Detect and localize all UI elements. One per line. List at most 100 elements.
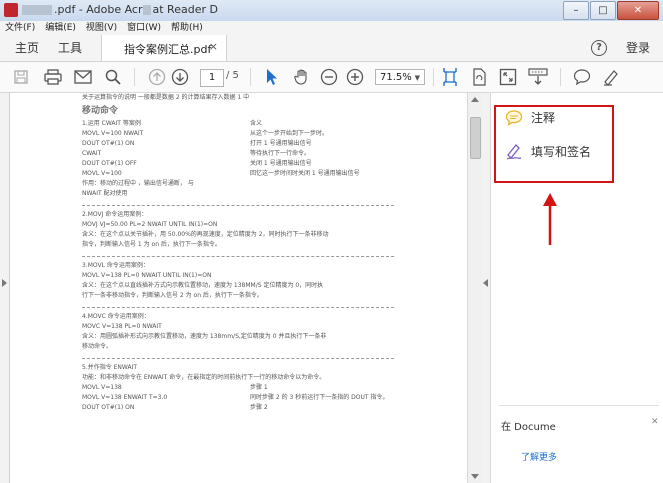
draw-pen-icon[interactable]	[600, 66, 622, 88]
doc-divider	[82, 204, 394, 206]
rotate-page-icon[interactable]	[468, 66, 490, 88]
window-controls: – □ ✕	[562, 1, 659, 20]
doc-row: DOUT OT#(1) OFF 关闭 1 号通用输出信号	[82, 160, 312, 167]
scroll-mode-icon[interactable]	[527, 66, 549, 88]
zoom-level-select[interactable]: 71.5% ▼	[375, 69, 425, 85]
doc-desc: 行下一条非移动指令，判断输入信号 2 为 on 后，执行下一条指令。	[82, 292, 263, 299]
nav-home[interactable]: 主页	[15, 35, 39, 61]
tool-fill-sign[interactable]: 填写和签名	[505, 142, 591, 160]
doc-desc: 含义：用圆弧插补形式向示教位置移动，速度为 138mm/S,定位精度为 0 并且…	[82, 333, 327, 340]
doc-desc: 含义：在这个点以直线插补方式向示教位置移动，速度为 138MM/S 定位精度为 …	[82, 282, 324, 289]
expand-left-icon	[2, 279, 7, 287]
comment-icon[interactable]	[571, 66, 593, 88]
doc-divider	[82, 255, 394, 257]
red-arrow-annotation	[543, 193, 557, 245]
doc-desc: 指令，判断输入信号 1 为 on 后，执行下一条指令。	[82, 241, 221, 248]
doc-divider	[82, 357, 394, 359]
hand-tool-icon[interactable]	[291, 66, 313, 88]
toolbar-divider	[134, 68, 135, 86]
window-title: .pdf - Adobe Acr at Reader D	[22, 3, 218, 16]
pdf-page[interactable]: 关于运算指令的说明 一般都是数据 2 的计算结果存入数据 1 中 移动命令 1.…	[10, 93, 467, 483]
tools-pane: 注释 填写和签名 在 Docume ✕ 了解更多	[490, 93, 663, 483]
redacted-filename	[22, 5, 52, 15]
tab-bar: 主页 工具 指令案例汇总.pdf × ? 登录	[0, 35, 663, 62]
zoom-out-icon[interactable]	[318, 66, 340, 88]
right-panel-toggle[interactable]	[482, 93, 490, 483]
scrollbar-thumb[interactable]	[470, 117, 481, 159]
help-icon[interactable]: ?	[591, 40, 607, 56]
doc-section-title: 4.MOVC 命令运用案例：	[82, 313, 150, 320]
nav-tools[interactable]: 工具	[58, 35, 82, 61]
document-content: 关于运算指令的说明 一般都是数据 2 的计算结果存入数据 1 中 移动命令 1.…	[82, 93, 412, 413]
doc-row: MOVL V=138 ENWAIT T=3.0 同时步骤 2 的 3 秒前运行下一…	[82, 394, 389, 401]
doc-row: DOUT OT#(1) ON 打开 1 号通用输出信号	[82, 140, 312, 147]
close-window-button[interactable]: ✕	[617, 1, 659, 20]
print-icon[interactable]	[42, 66, 64, 88]
doc-command: MOVC V=138 PL=0 NWAIT	[82, 323, 162, 330]
menu-bar: 文件(F) 编辑(E) 视图(V) 窗口(W) 帮助(H)	[0, 21, 663, 35]
doc-row: DOUT OT#(1) ON 步骤 2	[82, 404, 268, 411]
promo-divider	[499, 405, 659, 406]
toolbar-divider	[560, 68, 561, 86]
save-icon[interactable]	[10, 66, 32, 88]
full-screen-icon[interactable]	[497, 66, 519, 88]
doc-command: MOVL V=138 PL=0 NWAIT UNTIL IN(1)=ON	[82, 272, 212, 279]
doc-row: CWAIT 等待执行下一行命令。	[82, 150, 311, 157]
chevron-down-icon: ▼	[414, 74, 420, 82]
next-page-icon[interactable]	[169, 66, 191, 88]
sign-icon	[506, 144, 522, 160]
doc-desc: 含义：在这个点以关节插补，用 50.00%的再现速度，定位精度为 2，同时执行下…	[82, 231, 329, 238]
scroll-up-icon[interactable]	[471, 97, 479, 102]
toolbar-divider	[433, 68, 434, 86]
menu-edit[interactable]: 编辑(E)	[40, 21, 81, 35]
doc-row: MOVL V=138 步骤 1	[82, 384, 268, 391]
doc-section-title: 2.MOVJ 命令运用案例：	[82, 211, 148, 218]
close-tab-icon[interactable]: ×	[209, 40, 218, 53]
menu-window[interactable]: 窗口(W)	[122, 21, 166, 35]
doc-section-title: 5.并作指令 ENWAIT	[82, 364, 138, 371]
toolbar: 1 / 5 71.5% ▼	[0, 62, 663, 93]
previous-page-icon[interactable]	[146, 66, 168, 88]
doc-heading: 移动命令	[82, 106, 119, 116]
tool-comment-label: 注释	[531, 111, 556, 125]
left-panel-toggle[interactable]	[0, 93, 10, 483]
zoom-level-value: 71.5%	[380, 72, 412, 83]
email-icon[interactable]	[72, 66, 94, 88]
close-promo-icon[interactable]: ✕	[651, 417, 659, 427]
workspace: 关于运算指令的说明 一般都是数据 2 的计算结果存入数据 1 中 移动命令 1.…	[0, 93, 663, 483]
learn-more-link[interactable]: 了解更多	[521, 450, 557, 463]
document-tab[interactable]: 指令案例汇总.pdf ×	[101, 35, 227, 61]
tool-fill-sign-label: 填写和签名	[531, 144, 592, 159]
promo-text: 在 Docume	[501, 422, 556, 433]
doc-desc: 功能：和非移动命令在 ENWAIT 命令，在最指定的时间前执行下一行的移动命令以…	[82, 374, 326, 381]
doc-section-title: 3.MOVL 命令运用案例：	[82, 262, 149, 269]
fit-page-icon[interactable]	[439, 66, 461, 88]
doc-divider	[82, 306, 394, 308]
select-cursor-icon[interactable]	[261, 66, 283, 88]
page-number-input[interactable]: 1	[200, 69, 224, 87]
menu-view[interactable]: 视图(V)	[81, 21, 122, 35]
doc-command: MOVJ VJ=50.00 PL=2 NWAIT UNTIL IN(1)=ON	[82, 221, 218, 228]
toolbar-divider	[250, 68, 251, 86]
doc-row: MOVL V=100 回忆这一步时间时关闭 1 号通用输出信号	[82, 170, 360, 177]
doc-desc: 移动命令。	[82, 343, 113, 350]
maximize-button[interactable]: □	[590, 1, 616, 20]
doc-note: NWAIT 配对使用	[82, 190, 128, 197]
minimize-button[interactable]: –	[563, 1, 589, 20]
menu-file[interactable]: 文件(F)	[0, 21, 40, 35]
login-link[interactable]: 登录	[626, 35, 650, 61]
zoom-in-icon[interactable]	[344, 66, 366, 88]
document-tab-label: 指令案例汇总.pdf	[124, 43, 212, 56]
menu-help[interactable]: 帮助(H)	[166, 21, 208, 35]
title-bar: .pdf - Adobe Acr at Reader D – □ ✕	[0, 0, 663, 22]
tool-comment[interactable]: 注释	[505, 109, 555, 126]
vertical-scrollbar[interactable]	[467, 93, 482, 483]
comment-icon	[505, 109, 523, 126]
scroll-down-icon[interactable]	[471, 474, 479, 479]
doc-section-title: 1.运用 CWAIT 等案例 含义	[82, 120, 263, 127]
collapse-right-icon	[483, 279, 488, 287]
doc-row: MOVL V=100 NWAIT 从这个一步开始到下一步时。	[82, 130, 329, 137]
search-icon[interactable]	[102, 66, 124, 88]
page-total: / 5	[226, 70, 239, 81]
doc-note: 作用：移动的过程中 ，输出信号通断， 与	[82, 180, 194, 187]
